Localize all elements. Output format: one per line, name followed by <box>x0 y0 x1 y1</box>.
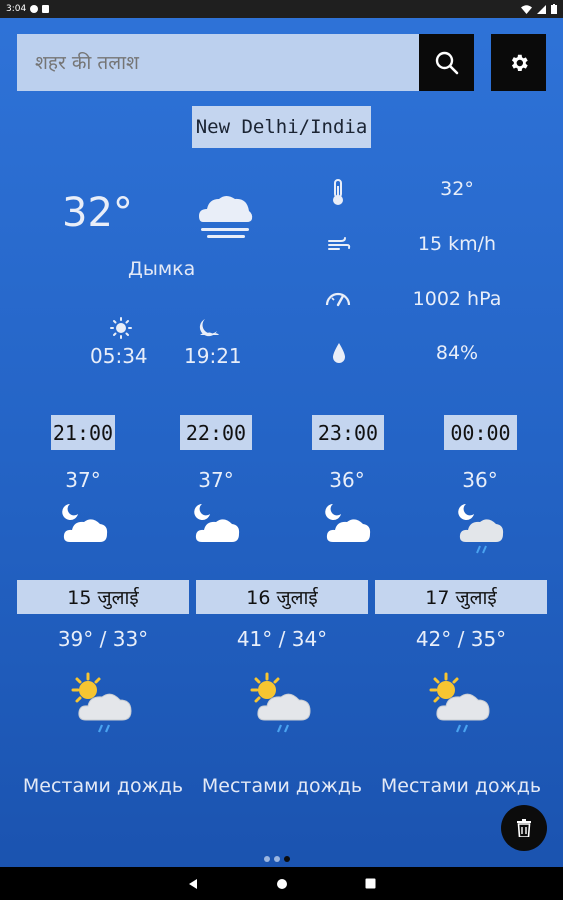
hourly-temp: 37° <box>198 468 234 492</box>
hourly-temp: 36° <box>462 468 498 492</box>
hourly-temp: 36° <box>329 468 365 492</box>
settings-button[interactable] <box>491 34 546 91</box>
status-time: 3:04 <box>6 4 27 14</box>
night-cloud-icon <box>323 500 373 550</box>
back-button[interactable] <box>186 877 200 891</box>
fog-cloud-icon <box>195 190 255 250</box>
humidity-value: 84% <box>435 342 479 364</box>
sunrise-icon <box>110 317 132 343</box>
location-label[interactable]: New Delhi/India <box>192 106 371 148</box>
night-cloud-icon <box>60 500 110 550</box>
page-indicator <box>264 856 290 862</box>
moonrise-icon <box>197 317 221 343</box>
daily-date: 15 जुलाई <box>17 580 189 614</box>
gear-icon <box>511 54 528 71</box>
notification-icon <box>30 5 39 13</box>
wind-value: 15 km/h <box>417 233 497 255</box>
sun-cloud-rain-icon <box>426 672 494 742</box>
recents-square-icon <box>365 878 376 889</box>
thermometer-icon <box>330 178 346 210</box>
sunset-time: 19:21 <box>184 344 242 368</box>
daily-condition: Местами дождь <box>22 775 184 797</box>
hourly-temp: 37° <box>65 468 101 492</box>
daily-date: 17 जुलाई <box>375 580 547 614</box>
current-condition: Дымка <box>128 258 196 280</box>
sun-cloud-rain-icon <box>247 672 315 742</box>
page-dot[interactable] <box>274 856 280 862</box>
wifi-icon <box>521 4 532 14</box>
pressure-gauge-icon <box>324 287 352 311</box>
hourly-time: 23:00 <box>312 415 384 450</box>
sunrise-time: 05:34 <box>90 344 148 368</box>
night-rain-icon <box>456 500 506 560</box>
delete-button[interactable] <box>501 805 547 851</box>
home-circle-icon <box>276 878 287 889</box>
hourly-time: 00:00 <box>444 415 517 450</box>
battery-icon <box>551 4 557 14</box>
hourly-time: 21:00 <box>51 415 115 450</box>
search-button[interactable] <box>419 34 474 91</box>
navigation-bar <box>0 867 563 900</box>
daily-date: 16 जुलाई <box>196 580 368 614</box>
page-dot-active[interactable] <box>284 856 290 862</box>
sun-cloud-rain-icon <box>68 672 136 742</box>
night-cloud-icon <box>192 500 242 550</box>
recents-button[interactable] <box>364 877 378 891</box>
back-triangle-icon <box>188 878 197 889</box>
current-temperature: 32° <box>62 190 133 236</box>
daily-temp-range: 39° / 33° <box>57 627 149 651</box>
city-search-input[interactable] <box>17 34 419 91</box>
wind-icon <box>327 236 351 256</box>
pressure-value: 1002 hPa <box>412 288 502 310</box>
humidity-drop-icon <box>331 341 347 369</box>
page-dot[interactable] <box>264 856 270 862</box>
daily-condition: Местами дождь <box>201 775 363 797</box>
hourly-time: 22:00 <box>180 415 252 450</box>
status-bar: 3:04 <box>0 0 563 18</box>
trash-icon <box>517 819 531 837</box>
home-button[interactable] <box>275 877 289 891</box>
daily-temp-range: 42° / 35° <box>415 627 507 651</box>
daily-condition: Местами дождь <box>380 775 542 797</box>
daily-temp-range: 41° / 34° <box>236 627 328 651</box>
signal-icon <box>537 4 546 14</box>
notification-icon <box>42 5 50 13</box>
search-icon <box>435 51 458 74</box>
feels-like-value: 32° <box>440 178 474 200</box>
